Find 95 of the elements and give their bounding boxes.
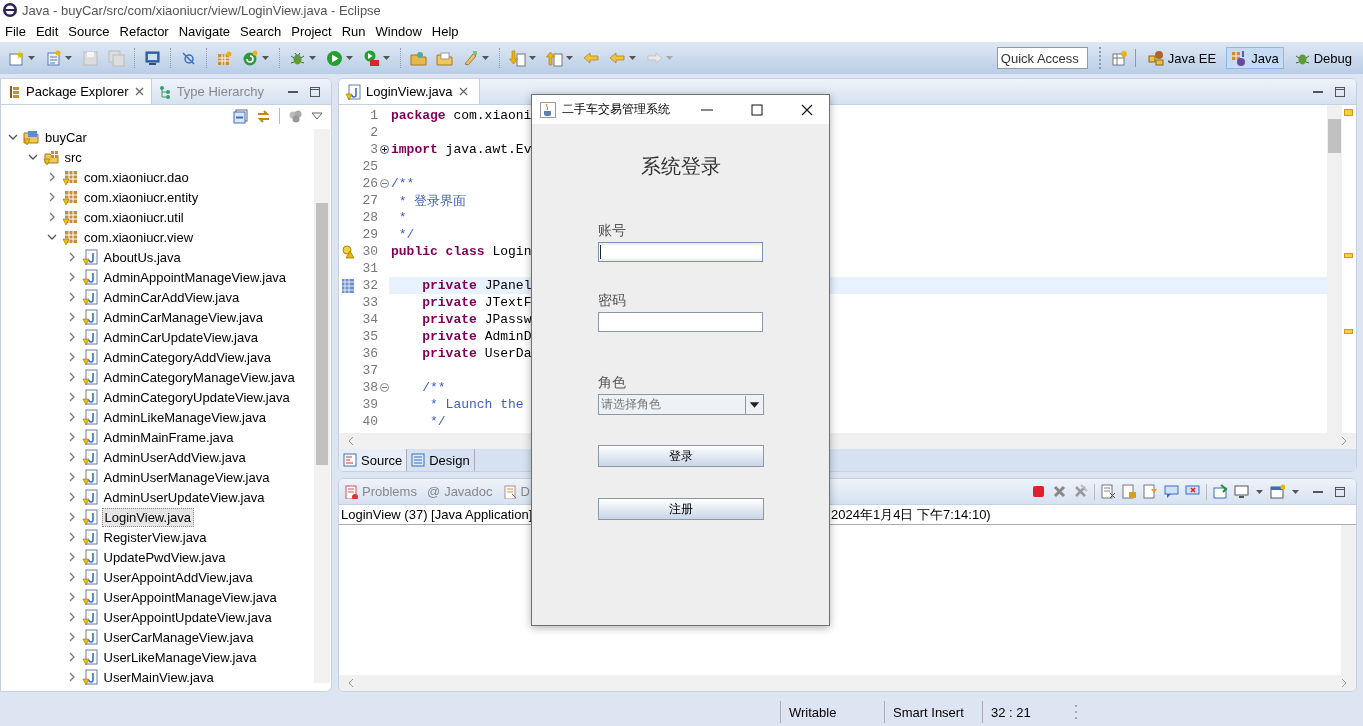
code-line: * Launch the bbox=[429, 397, 524, 412]
editor-tab[interactable]: LoginView.java bbox=[339, 79, 480, 104]
register-button[interactable]: 注册 bbox=[597, 498, 764, 520]
tree-item[interactable]: AdminCategoryManageView.java bbox=[101, 368, 297, 386]
line-number: 29 bbox=[361, 227, 378, 242]
field-label: 角色 bbox=[597, 374, 627, 392]
tree-item[interactable]: AdminUserUpdateView.java bbox=[101, 488, 267, 506]
login-button[interactable]: 登录 bbox=[597, 445, 764, 467]
tree-item[interactable]: UserCarManageView.java bbox=[101, 628, 256, 646]
tree-item[interactable]: AboutUs.java bbox=[101, 248, 183, 266]
code-line: * bbox=[397, 210, 407, 225]
tree-item[interactable]: AdminMainFrame.java bbox=[101, 428, 236, 446]
tree-item[interactable]: AdminCarAddView.java bbox=[101, 288, 242, 306]
menu-item[interactable]: Help bbox=[426, 23, 464, 39]
code-line: */ bbox=[397, 227, 415, 242]
code-line: */ bbox=[429, 414, 446, 429]
line-number: 32 bbox=[361, 278, 378, 293]
tree-item[interactable]: UserAppointUpdateView.java bbox=[101, 608, 274, 626]
perspective-button[interactable]: Java bbox=[1226, 47, 1284, 69]
quick-access-field[interactable]: Quick Access bbox=[996, 47, 1088, 69]
code-line: /** bbox=[421, 380, 446, 395]
tree-item[interactable]: AdminCarUpdateView.java bbox=[101, 328, 260, 346]
tree-item[interactable]: AdminLikeManageView.java bbox=[101, 408, 268, 426]
status-text: 32 : 21 bbox=[982, 701, 1074, 723]
launch-label: LoginView (37) [Java Application] bbox=[341, 507, 533, 522]
line-number: 35 bbox=[361, 329, 378, 344]
menu-item[interactable]: Window bbox=[370, 23, 427, 39]
tree-item[interactable]: AdminUserAddView.java bbox=[101, 448, 248, 466]
status-text: Smart Insert bbox=[884, 701, 982, 723]
code-line: import java.awt.Ev bbox=[391, 142, 532, 157]
tree-item[interactable]: AdminUserManageView.java bbox=[101, 468, 272, 486]
menu-item[interactable]: Navigate bbox=[173, 23, 235, 39]
dialog-title: 二手车交易管理系统 bbox=[562, 101, 671, 118]
tree-item[interactable]: AdminCategoryUpdateView.java bbox=[101, 388, 292, 406]
line-number: 40 bbox=[361, 414, 378, 429]
line-number: 1 bbox=[369, 108, 378, 123]
tree-item[interactable]: com.xiaoniucr.dao bbox=[82, 168, 191, 186]
line-number: 25 bbox=[361, 159, 378, 174]
code-line: private UserDa bbox=[421, 346, 532, 361]
editor-mode-tab[interactable]: Design bbox=[407, 449, 475, 471]
line-number: 28 bbox=[361, 210, 378, 225]
code-line: private JTextF bbox=[421, 295, 532, 310]
line-number: 34 bbox=[361, 312, 378, 327]
tree-item[interactable]: com.xiaoniucr.entity bbox=[82, 188, 201, 206]
tree-item[interactable]: com.xiaoniucr.util bbox=[82, 208, 186, 226]
launch-time: 2024年1月4日 下午7:14:10) bbox=[831, 505, 991, 524]
line-number: 31 bbox=[361, 261, 378, 276]
tree-item[interactable]: com.xiaoniucr.view bbox=[82, 228, 196, 246]
at-sign-icon: @ bbox=[426, 484, 441, 499]
menu-item[interactable]: Search bbox=[235, 23, 287, 39]
code-line: private AdminD bbox=[421, 329, 532, 344]
line-number: 39 bbox=[361, 397, 378, 412]
line-number: 30 bbox=[361, 244, 378, 259]
code-line: * 登录界面 bbox=[397, 192, 467, 210]
tree-item[interactable]: UserAppointAddView.java bbox=[101, 568, 255, 586]
line-number: 26 bbox=[361, 176, 378, 191]
code-line: private JPassw bbox=[421, 312, 532, 327]
tree-item[interactable]: buyCar bbox=[43, 128, 89, 146]
editor-mode-tab[interactable]: Source bbox=[339, 449, 408, 471]
tree-item[interactable]: UserMainView.java bbox=[101, 668, 216, 686]
field-label: 密码 bbox=[597, 292, 627, 310]
menu-item[interactable]: Run bbox=[336, 23, 371, 39]
menu-item[interactable]: Project bbox=[286, 23, 337, 39]
code-line: package com.xiaoni bbox=[391, 108, 532, 123]
perspective-button[interactable]: Java EE bbox=[1142, 47, 1222, 69]
dialog-heading: 系统登录 bbox=[640, 154, 721, 179]
tree-item[interactable]: LoginView.java bbox=[101, 507, 194, 527]
tree-item[interactable]: AdminCategoryAddView.java bbox=[101, 348, 273, 366]
line-number: 3 bbox=[369, 142, 378, 157]
code-line: public class Login bbox=[391, 244, 532, 259]
menu-item[interactable]: Edit bbox=[30, 23, 64, 39]
line-number: 36 bbox=[361, 346, 378, 361]
window-title: Java - buyCar/src/com/xiaoniucr/view/LoginView.java - Eclipse bbox=[22, 2, 381, 18]
code-line: private JPanel bbox=[421, 278, 532, 293]
tree-item[interactable]: UserLikeManageView.java bbox=[101, 648, 259, 666]
role-dropdown[interactable]: 请选择角色 bbox=[597, 394, 764, 415]
perspective-button[interactable]: Debug bbox=[1288, 47, 1357, 69]
tree-item[interactable]: UpdatePwdView.java bbox=[101, 548, 228, 566]
menu-item[interactable]: Source bbox=[63, 23, 115, 39]
tree-item[interactable]: UserAppointManageView.java bbox=[101, 588, 279, 606]
tree-item[interactable]: AdminAppointManageView.java bbox=[101, 268, 289, 286]
line-number: 37 bbox=[361, 363, 378, 378]
view-tab[interactable]: Package Explorer bbox=[1, 79, 152, 104]
status-text: Writable bbox=[780, 701, 884, 723]
tree-item[interactable]: RegisterView.java bbox=[101, 528, 209, 546]
code-line: /** bbox=[391, 176, 415, 191]
line-number: 2 bbox=[369, 125, 378, 140]
tree-item[interactable]: AdminCarManageView.java bbox=[101, 308, 265, 326]
tree-item[interactable]: src bbox=[62, 148, 84, 166]
menu-item[interactable]: Refactor bbox=[114, 23, 174, 39]
line-number: 27 bbox=[361, 193, 378, 208]
line-number: 33 bbox=[361, 295, 378, 310]
menu-item[interactable]: File bbox=[0, 23, 31, 39]
line-number: 38 bbox=[361, 380, 378, 395]
field-label: 账号 bbox=[597, 222, 627, 240]
